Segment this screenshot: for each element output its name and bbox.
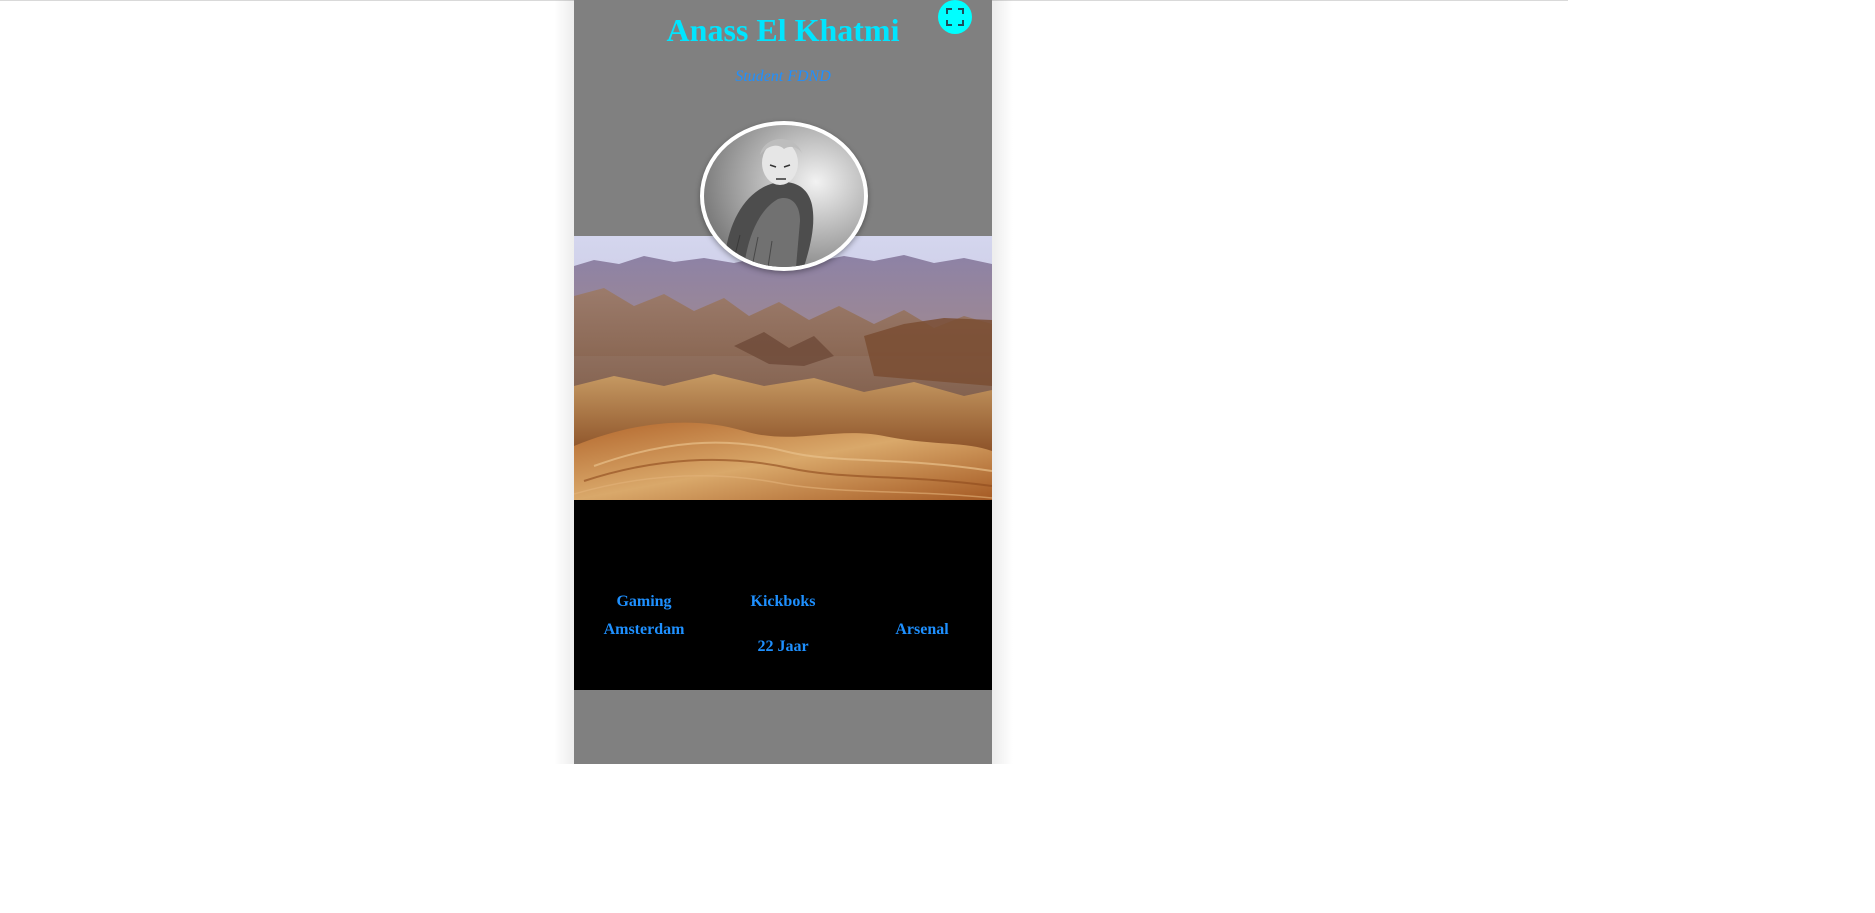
interest-gaming: Gaming [616, 593, 672, 610]
info-city: Amsterdam [603, 621, 685, 638]
info-club: Arsenal [895, 621, 949, 638]
profile-avatar [700, 121, 868, 271]
info-age: 22 Jaar [757, 638, 809, 655]
profile-name: Anass El Khatmi [666, 12, 900, 48]
banner-image [574, 236, 992, 500]
fullscreen-icon [946, 8, 964, 26]
profile-card: Anass El Khatmi Student FDND Gaming Kick… [574, 0, 992, 764]
fullscreen-button[interactable] [938, 0, 972, 34]
card-footer [574, 690, 992, 764]
interests-panel: Gaming Kickboks Amsterdam Arsenal 22 Jaa… [574, 500, 992, 690]
profile-role: Student FDND [735, 68, 831, 85]
interest-kickboks: Kickboks [750, 593, 816, 610]
